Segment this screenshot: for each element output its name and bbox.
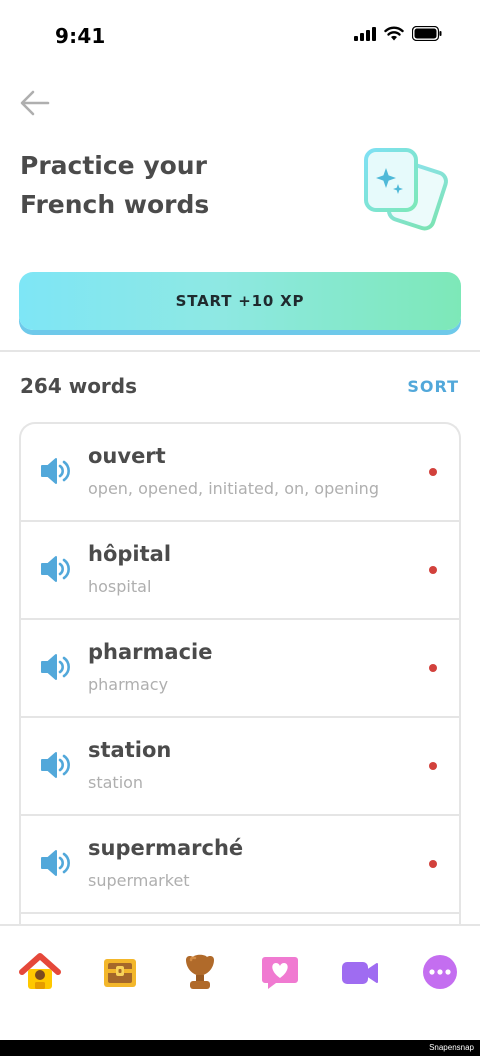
practice-cards-illustration [364,148,448,231]
trophy-icon [186,954,214,989]
watermark: Snapensnap [429,1043,474,1052]
word-text: ouvert [88,444,166,468]
list-item[interactable]: ouvert open, opened, initiated, on, open… [21,424,459,522]
start-practice-button[interactable]: START +10 XP [19,272,461,330]
status-bar: 9:41 [0,0,480,72]
bottom-tab-bar [0,924,480,1040]
footer-strip: Snapensnap [0,1040,480,1056]
tab-home[interactable] [18,950,62,994]
word-text: hôpital [88,542,172,566]
word-translation: pharmacy [88,675,169,694]
word-list: ouvert open, opened, initiated, on, open… [19,422,461,982]
start-practice-label: START +10 XP [175,292,305,310]
tab-chest[interactable] [98,950,142,994]
back-button[interactable] [18,86,52,120]
list-item[interactable]: supermarché supermarket [21,816,459,914]
strength-dot [429,860,437,868]
list-item[interactable]: station station [21,718,459,816]
home-icon [19,953,61,989]
section-divider [0,350,480,352]
speaker-icon[interactable] [39,652,71,682]
speaker-icon[interactable] [39,554,71,584]
sort-button[interactable]: SORT [407,377,459,396]
status-time: 9:41 [55,24,106,48]
wifi-icon [384,26,404,41]
tab-friends[interactable] [258,950,302,994]
strength-dot [429,762,437,770]
word-translation: supermarket [88,871,190,890]
title-line-1: Practice your [20,151,207,180]
signal-icon [354,26,376,41]
title-line-2: French words [20,190,210,219]
word-count: 264 words [20,374,138,398]
list-item[interactable]: hôpital hospital [21,522,459,620]
strength-dot [429,566,437,574]
status-icons [354,26,442,41]
arrow-left-icon [20,90,50,116]
strength-dot [429,468,437,476]
list-item[interactable]: pharmacie pharmacy [21,620,459,718]
page-title: Practice your French words [20,146,320,224]
speaker-icon[interactable] [39,750,71,780]
word-translation: hospital [88,577,152,596]
word-text: supermarché [88,836,244,860]
word-text: station [88,738,172,762]
word-translation: station [88,773,144,792]
battery-icon [412,26,442,41]
tab-more[interactable] [418,950,462,994]
word-text: pharmacie [88,640,213,664]
treasure-chest-icon [104,959,136,987]
speaker-icon[interactable] [39,456,71,486]
speaker-icon[interactable] [39,848,71,878]
heart-chat-icon [262,957,298,989]
tab-video[interactable] [338,950,382,994]
video-icon [342,962,378,984]
word-translation: open, opened, initiated, on, opening [88,479,379,498]
tab-leaderboard[interactable] [178,950,222,994]
more-icon [423,955,457,989]
strength-dot [429,664,437,672]
